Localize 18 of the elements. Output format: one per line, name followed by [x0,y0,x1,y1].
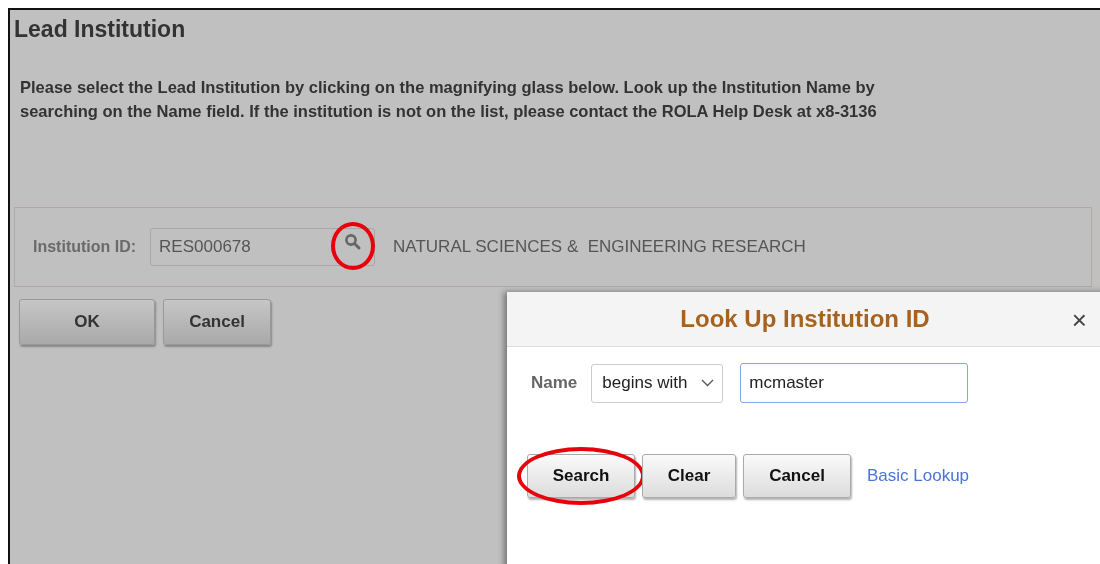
institution-name: NATURAL SCIENCES & ENGINEERING RESEARCH [393,237,806,257]
dialog-button[interactable]: Search [527,454,635,498]
operator-dropdown[interactable]: begins with [591,363,724,403]
dialog-button[interactable]: Clear [642,454,736,498]
name-input[interactable]: mcmaster [740,363,969,403]
basic-lookup-link[interactable]: Basic Lookup [867,466,970,486]
dialog-button[interactable]: Cancel [743,454,851,498]
chevron-icon [701,379,715,387]
criteria-label: Name [531,373,578,393]
close-button[interactable]: × [1065,304,1093,337]
page-button[interactable]: OK [19,299,155,345]
page-button[interactable]: Cancel [163,299,271,345]
field-label: Institution ID: [33,238,137,256]
institution-id-field[interactable]: RES000678 [150,228,376,266]
instructions-text: Please select the Lead Institution by clicking on the magnifying glass below. Look up the Institution Name by searching on the Name field. If the institution is not on the list, please contact the ROLA Help Desk at x8-3136 [20,77,878,122]
dialog-title: Look Up Institution ID [680,305,930,333]
page-title: Lead Institution [13,15,187,43]
search-icon[interactable] [344,233,363,251]
